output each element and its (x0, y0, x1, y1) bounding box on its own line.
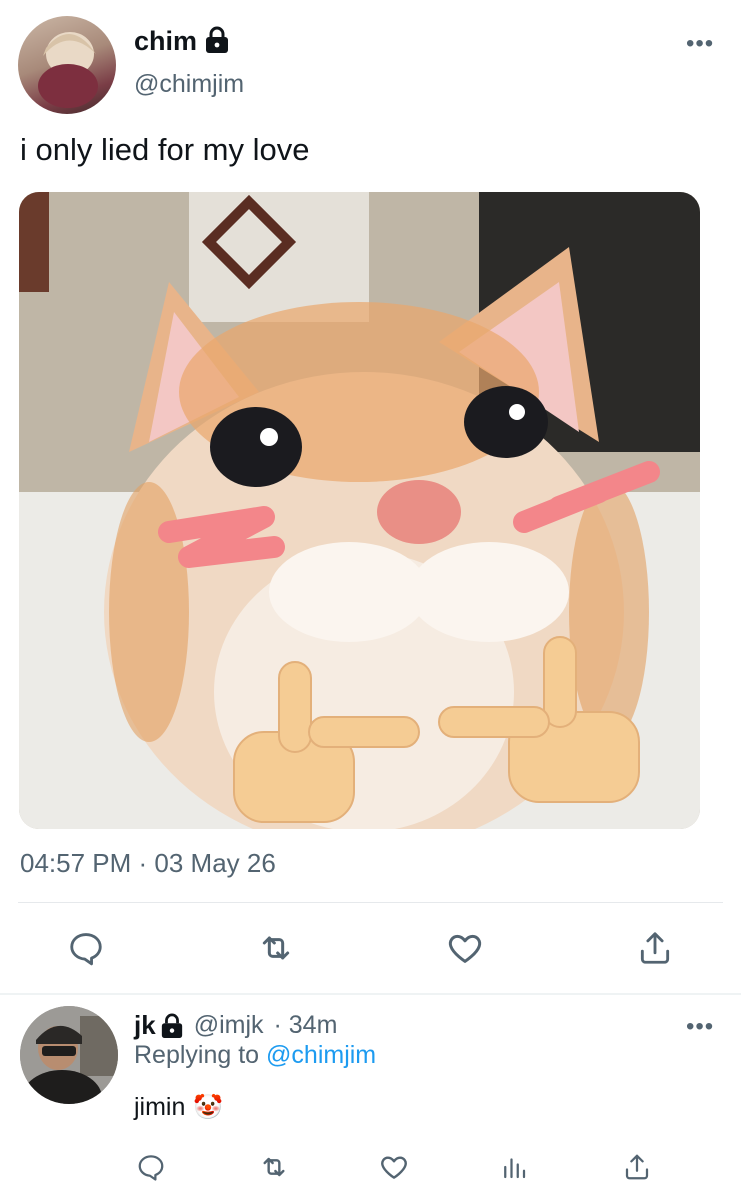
section-divider (0, 993, 741, 995)
reply-retweet-icon[interactable] (258, 1151, 290, 1183)
avatar-photo-icon (38, 32, 98, 108)
author-avatar[interactable] (18, 16, 116, 114)
reply-icon[interactable] (67, 929, 105, 967)
reply-like-icon[interactable] (378, 1151, 410, 1183)
lock-icon (206, 26, 228, 53)
reply-share-icon[interactable] (622, 1151, 652, 1183)
avatar-photo-icon (20, 1006, 118, 1104)
reply-more-options-icon[interactable]: ••• (686, 1013, 714, 1041)
reply-text: jimin (134, 1093, 186, 1121)
author-handle[interactable]: @chimjim (134, 70, 244, 99)
cat-photo-icon (19, 192, 700, 829)
reply-time[interactable]: · 34m (274, 1011, 338, 1040)
clown-emoji: 🤡 (193, 1094, 224, 1121)
more-options-icon[interactable]: ••• (686, 30, 714, 58)
reply-author-handle[interactable]: @imjk (194, 1011, 264, 1040)
reply-reply-icon[interactable] (136, 1152, 166, 1182)
share-icon[interactable] (636, 928, 674, 968)
like-icon[interactable] (445, 928, 485, 968)
lock-icon (161, 1013, 182, 1038)
tweet-image[interactable] (19, 192, 700, 829)
reply-author-avatar[interactable] (20, 1006, 118, 1104)
reply-author-name[interactable]: jk (134, 1010, 156, 1041)
replying-to-link[interactable]: @chimjim (266, 1041, 376, 1069)
tweet-text: i only lied for my love (20, 132, 310, 167)
replying-prefix: Replying to (134, 1041, 260, 1069)
retweet-icon[interactable] (256, 928, 296, 968)
divider (18, 902, 723, 903)
analytics-icon[interactable] (499, 1152, 529, 1182)
author-name[interactable]: chim (134, 26, 197, 57)
tweet-timestamp[interactable]: 04:57 PM · 03 May 26 (20, 848, 276, 879)
